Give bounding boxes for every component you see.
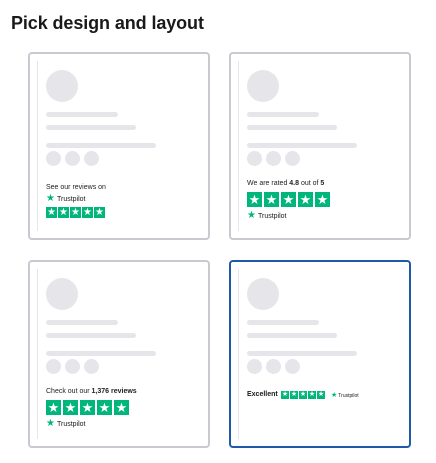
card-preview: We are rated 4.8 out of 5 ★ ★ ★ ★ ★ ★ Trustp…: [238, 61, 402, 231]
star-icon: ★: [82, 207, 93, 218]
dot-placeholder: [46, 359, 61, 374]
star-icon: ★: [264, 192, 279, 207]
dot-placeholder: [65, 151, 80, 166]
trustpilot-star-icon: ★: [331, 392, 338, 399]
trustpilot-star-icon: ★: [46, 418, 55, 429]
star-icon: ★: [94, 207, 105, 218]
text-placeholder: [247, 320, 319, 325]
trustpilot-logo: ★ Trustpilot: [331, 391, 359, 401]
text-placeholder: [247, 125, 337, 130]
widget-caption: See our reviews on: [46, 184, 106, 191]
caption-text: Check out our: [46, 388, 92, 395]
trustpilot-star-icon: ★: [247, 210, 256, 221]
trustpilot-logo: ★ Trustpilot: [46, 194, 86, 204]
text-placeholder: [247, 351, 357, 356]
rating-max: 5: [320, 180, 325, 187]
trustpilot-label: Trustpilot: [56, 420, 86, 428]
dot-placeholder: [285, 151, 300, 166]
dot-placeholder: [84, 151, 99, 166]
text-placeholder: [247, 143, 357, 148]
star-icon: ★: [281, 391, 289, 399]
text-placeholder: [247, 333, 337, 338]
trustpilot-label: Trustpilot: [257, 212, 287, 220]
star-icon: ★: [70, 207, 81, 218]
star-icon: ★: [281, 192, 296, 207]
avatar-placeholder: [46, 278, 78, 310]
trustpilot-logo: ★ Trustpilot: [46, 419, 86, 429]
dot-placeholder: [266, 359, 281, 374]
widget-caption: Check out our 1,376 reviews: [46, 388, 137, 395]
star-icon: ★: [299, 391, 307, 399]
avatar-placeholder: [247, 278, 279, 310]
text-placeholder: [247, 112, 319, 117]
widget-caption: We are rated 4.8 out of 5: [247, 180, 324, 187]
text-placeholder: [46, 143, 156, 148]
dot-placeholder: [247, 151, 262, 166]
dot-placeholder: [266, 151, 281, 166]
star-rating: ★ ★ ★ ★ ★: [247, 192, 332, 207]
star-icon: ★: [46, 207, 57, 218]
text-placeholder: [46, 125, 136, 130]
star-icon: ★: [58, 207, 69, 218]
dot-placeholder: [65, 359, 80, 374]
star-rating: ★ ★ ★ ★ ★: [46, 207, 106, 218]
star-icon: ★: [317, 391, 325, 399]
star-rating: ★ ★ ★ ★ ★: [46, 400, 131, 415]
trustpilot-label: Trustpilot: [56, 195, 86, 203]
star-icon: ★: [315, 192, 330, 207]
text-placeholder: [46, 351, 156, 356]
page-title: Pick design and layout: [11, 13, 204, 33]
star-icon: ★: [290, 391, 298, 399]
star-icon: ★: [114, 400, 129, 415]
rating-word: Excellent: [247, 391, 278, 398]
layout-option-card-review-count[interactable]: Check out our 1,376 reviews ★ ★ ★ ★ ★ ★ Trus…: [28, 260, 210, 448]
star-icon: ★: [247, 192, 262, 207]
review-count: 1,376 reviews: [91, 388, 137, 395]
trustpilot-logo: ★ Trustpilot: [247, 211, 287, 221]
star-icon: ★: [80, 400, 95, 415]
dot-placeholder: [46, 151, 61, 166]
text-placeholder: [46, 320, 118, 325]
rating-value: 4.8: [289, 180, 300, 187]
caption-text: out of: [299, 180, 321, 187]
dot-placeholder: [84, 359, 99, 374]
star-icon: ★: [46, 400, 61, 415]
text-placeholder: [46, 333, 136, 338]
card-preview: Check out our 1,376 reviews ★ ★ ★ ★ ★ ★ Trus…: [37, 269, 201, 439]
card-preview: Excellent ★ ★ ★ ★ ★ ★ Trustpilot: [238, 269, 402, 439]
card-preview: See our reviews on ★ Trustpilot ★ ★ ★ ★ ★: [37, 61, 201, 231]
star-icon: ★: [97, 400, 112, 415]
star-rating: ★ ★ ★ ★ ★: [281, 391, 326, 399]
caption-text: We are rated: [247, 180, 290, 187]
trustpilot-label: Trustpilot: [338, 393, 359, 399]
dot-placeholder: [247, 359, 262, 374]
layout-option-card-excellent[interactable]: Excellent ★ ★ ★ ★ ★ ★ Trustpilot: [229, 260, 411, 448]
dot-placeholder: [285, 359, 300, 374]
star-icon: ★: [63, 400, 78, 415]
layout-option-card-rated[interactable]: We are rated 4.8 out of 5 ★ ★ ★ ★ ★ ★ Trustp…: [229, 52, 411, 240]
avatar-placeholder: [247, 70, 279, 102]
layout-option-card-see-reviews[interactable]: See our reviews on ★ Trustpilot ★ ★ ★ ★ ★: [28, 52, 210, 240]
trustpilot-star-icon: ★: [46, 193, 55, 204]
star-icon: ★: [308, 391, 316, 399]
avatar-placeholder: [46, 70, 78, 102]
text-placeholder: [46, 112, 118, 117]
star-icon: ★: [298, 192, 313, 207]
